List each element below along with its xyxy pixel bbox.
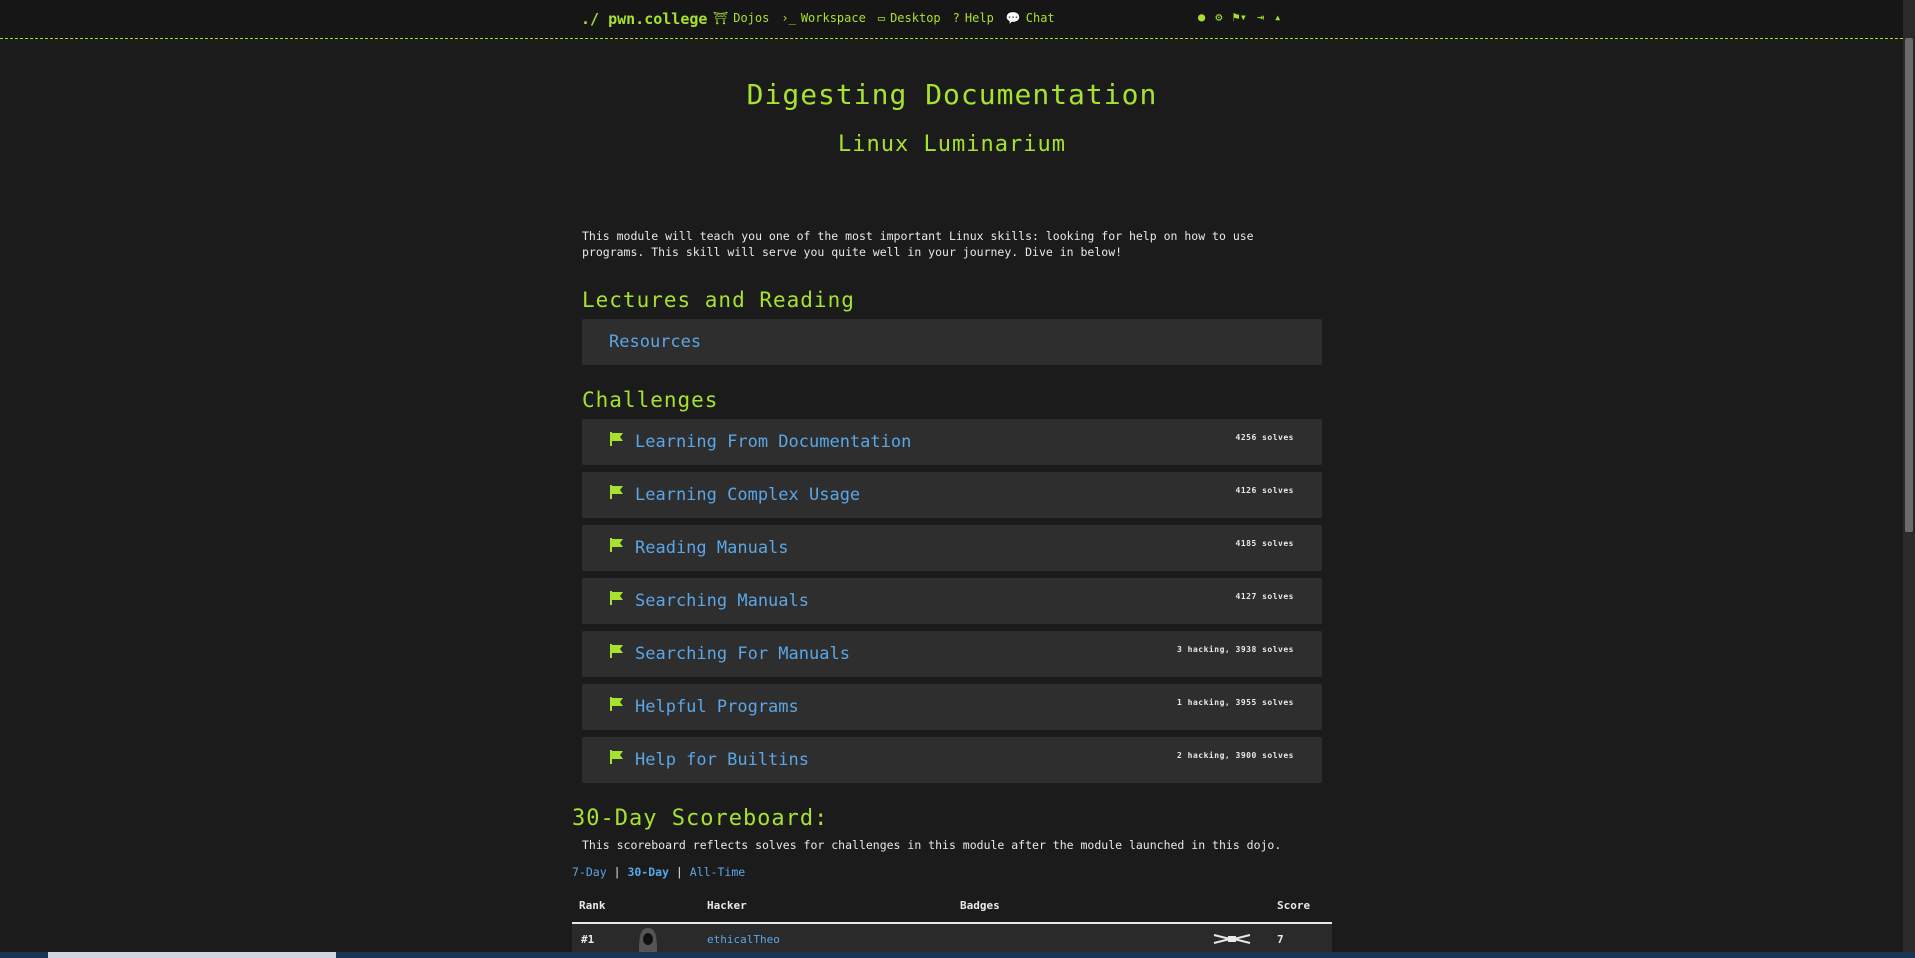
nav-help[interactable]: ? Help [953, 11, 994, 25]
flag-icon [610, 697, 623, 711]
settings-icon[interactable]: ⚙ [1215, 10, 1222, 24]
resources-card[interactable]: Resources [582, 319, 1322, 365]
nav-desktop[interactable]: ▭ Desktop [878, 11, 941, 25]
top-navbar: ./ pwn.college ⛩ Dojos ›_ Workspace ▭ Deskt… [0, 0, 1903, 39]
challenge-solves: 2 hacking, 3900 solves [1177, 751, 1294, 760]
challenge-title: Reading Manuals [635, 538, 789, 558]
tab-separator: | [675, 865, 683, 879]
nav-desktop-label: Desktop [890, 11, 941, 25]
challenge-solves: 3 hacking, 3938 solves [1177, 645, 1294, 654]
scrollbar-thumb[interactable] [1905, 38, 1913, 532]
tab-all-time[interactable]: All-Time [690, 865, 745, 879]
challenge-solves: 4127 solves [1235, 592, 1294, 601]
tab-30-day[interactable]: 30-Day [627, 865, 669, 879]
challenge-title: Searching For Manuals [635, 644, 850, 664]
flag-icon [610, 432, 623, 446]
challenge-card[interactable]: Help for Builtins 2 hacking, 3900 solves [582, 737, 1322, 783]
challenge-solves: 4256 solves [1235, 433, 1294, 442]
account-icon[interactable]: ● [1198, 10, 1205, 24]
scoreboard-title: 30-Day Scoreboard: [572, 806, 829, 831]
module-description: This module will teach you one of the mo… [582, 229, 1254, 259]
chat-icon: 💬 [1005, 11, 1021, 25]
challenge-title: Searching Manuals [635, 591, 809, 611]
table-row[interactable]: #1 ethicalTheo 7 [572, 924, 1332, 954]
column-score: Score [1277, 899, 1311, 912]
question-icon: ? [952, 11, 960, 25]
page-subtitle: Linux Luminarium [838, 132, 1066, 157]
challenge-title: Helpful Programs [635, 697, 799, 717]
challenge-card[interactable]: Searching Manuals 4127 solves [582, 578, 1322, 624]
brand-logo[interactable]: ./ pwn.college [581, 10, 707, 28]
column-badges: Badges [960, 899, 1000, 912]
flag-icon [610, 644, 623, 658]
nav-workspace[interactable]: ›_ Workspace [781, 11, 865, 25]
row-score: 7 [1277, 933, 1284, 946]
flag-icon [610, 538, 623, 552]
tab-separator: | [613, 865, 621, 879]
column-hacker: Hacker [707, 899, 747, 912]
challenge-card[interactable]: Searching For Manuals 3 hacking, 3938 so… [582, 631, 1322, 677]
challenge-title: Learning From Documentation [635, 432, 912, 452]
row-rank: #1 [581, 933, 595, 946]
tab-7-day[interactable]: 7-Day [572, 865, 607, 879]
nav-chat-label: Chat [1025, 11, 1055, 25]
terminal-icon: ›_ [781, 11, 796, 25]
nav-workspace-label: Workspace [800, 11, 866, 25]
flag-icon [610, 750, 623, 764]
resources-label: Resources [609, 332, 702, 352]
taskbar-item[interactable] [48, 952, 336, 958]
challenge-card[interactable]: Helpful Programs 1 hacking, 3955 solves [582, 684, 1322, 730]
nav-dojos[interactable]: ⛩ Dojos [713, 11, 769, 25]
logout-icon[interactable]: ⇥ [1257, 10, 1264, 24]
challenge-solves: 4185 solves [1235, 539, 1294, 548]
challenge-card[interactable]: Learning Complex Usage 4126 solves [582, 472, 1322, 518]
challenge-title: Learning Complex Usage [635, 485, 861, 505]
dojo-icon: ⛩ [713, 11, 729, 25]
scoreboard-tabs: 7-Day | 30-Day | All-Time [572, 865, 745, 879]
flag-icon [610, 485, 623, 499]
flag-dropdown-icon[interactable]: ⚑▾ [1232, 10, 1246, 24]
nav-icons: ● ⚙ ⚑▾ ⇥ ▴ [1198, 10, 1281, 24]
nav-help-label: Help [964, 11, 994, 25]
page-title: Digesting Documentation [746, 78, 1158, 111]
belt-badge-icon [1213, 934, 1251, 944]
nav-dojos-label: Dojos [733, 11, 770, 25]
row-hacker[interactable]: ethicalTheo [707, 933, 780, 946]
scoreboard-description: This scoreboard reflects solves for chal… [582, 838, 1282, 852]
collapse-icon[interactable]: ▴ [1274, 10, 1281, 24]
column-rank: Rank [579, 899, 606, 912]
challenge-solves: 1 hacking, 3955 solves [1177, 698, 1294, 707]
desktop-icon: ▭ [877, 11, 886, 25]
nav-chat[interactable]: 💬 Chat [1006, 11, 1055, 25]
challenges-heading: Challenges [582, 388, 719, 412]
lectures-heading: Lectures and Reading [582, 288, 855, 312]
challenge-card[interactable]: Learning From Documentation 4256 solves [582, 419, 1322, 465]
hacker-avatar-icon [639, 928, 657, 952]
challenge-solves: 4126 solves [1235, 486, 1294, 495]
challenge-title: Help for Builtins [635, 750, 809, 770]
nav-links: ⛩ Dojos ›_ Workspace ▭ Desktop ? Help 💬 Chat [713, 11, 1055, 25]
flag-icon [610, 591, 623, 605]
challenge-card[interactable]: Reading Manuals 4185 solves [582, 525, 1322, 571]
page-scrollbar[interactable] [1903, 0, 1915, 958]
